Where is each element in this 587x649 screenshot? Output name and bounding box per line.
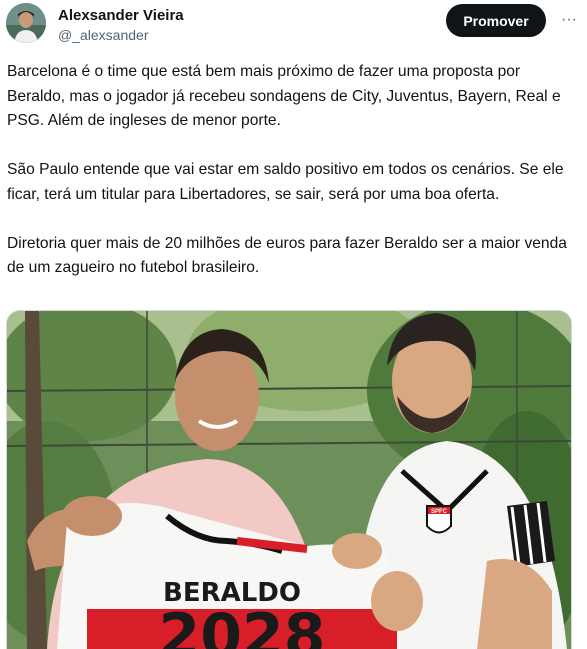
tweet-text: Barcelona é o time que está bem mais pró… bbox=[7, 60, 579, 305]
author-avatar[interactable] bbox=[6, 3, 46, 43]
badge-text: SPFC bbox=[431, 509, 448, 515]
promote-button[interactable]: Promover bbox=[446, 4, 546, 37]
more-dots-icon[interactable]: ··· bbox=[558, 11, 580, 29]
tweet-paragraph: Barcelona é o time que está bem mais pró… bbox=[7, 63, 561, 129]
author-handle[interactable]: @_alexsander bbox=[58, 27, 149, 43]
tweet-photo[interactable]: SPFC BERALDO 2028 bbox=[6, 310, 572, 649]
tweet-header: Alexsander Vieira @_alexsander Promover … bbox=[6, 3, 581, 47]
tweet-paragraph: Diretoria quer mais de 20 milhões de eur… bbox=[7, 234, 567, 277]
shirt-number: 2028 bbox=[159, 601, 326, 649]
tweet-paragraph: São Paulo entende que vai estar em saldo… bbox=[7, 161, 564, 203]
spfc-badge: SPFC bbox=[426, 505, 452, 534]
author-name[interactable]: Alexsander Vieira bbox=[58, 7, 184, 24]
